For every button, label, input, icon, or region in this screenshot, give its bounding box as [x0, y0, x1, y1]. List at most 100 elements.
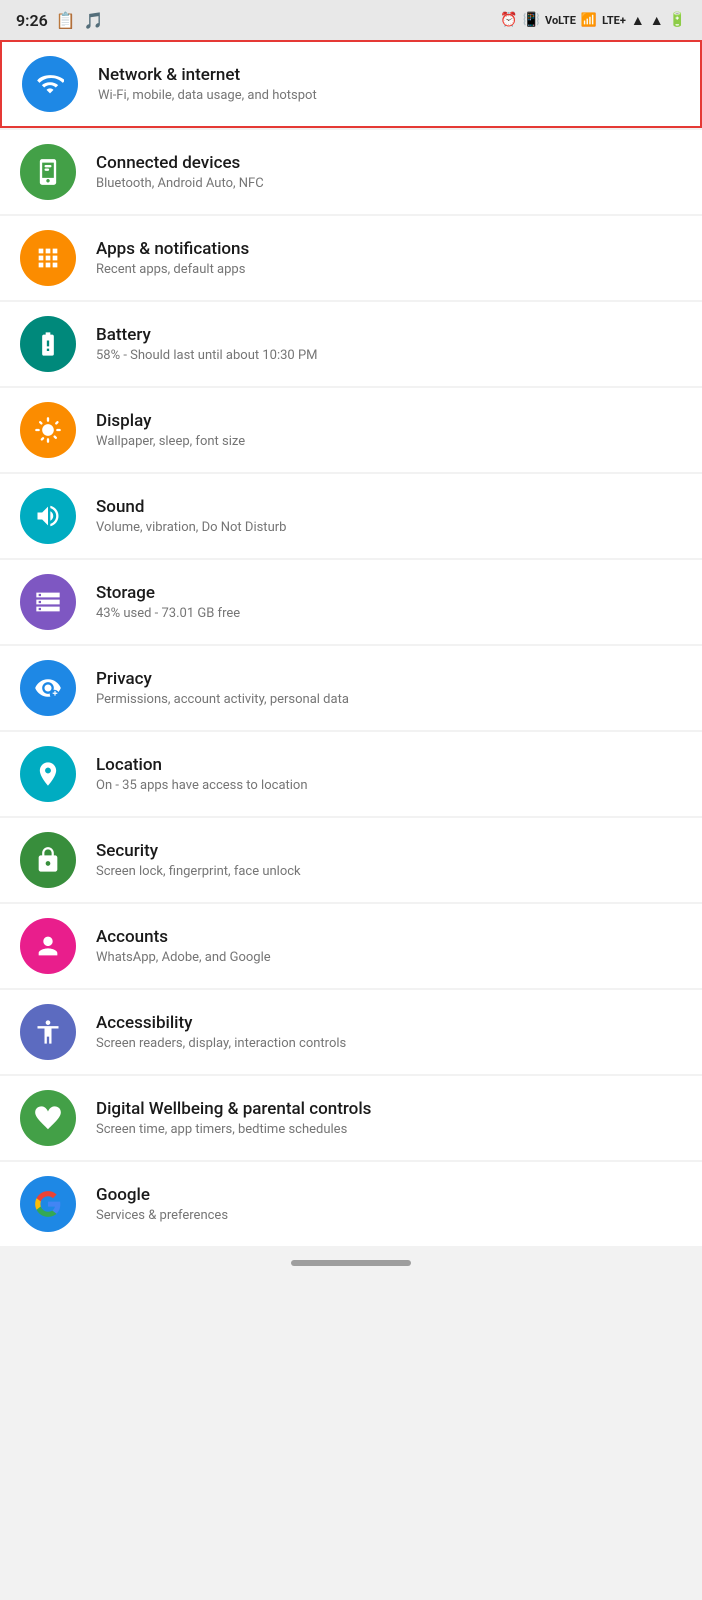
settings-item-wellbeing[interactable]: Digital Wellbeing & parental controls Sc… — [0, 1076, 702, 1160]
wellbeing-subtitle: Screen time, app timers, bedtime schedul… — [96, 1122, 371, 1139]
apps-text: Apps & notifications Recent apps, defaul… — [96, 238, 249, 279]
wellbeing-icon-circle — [20, 1090, 76, 1146]
storage-title: Storage — [96, 582, 240, 604]
settings-item-apps[interactable]: Apps & notifications Recent apps, defaul… — [0, 216, 702, 300]
privacy-icon — [34, 674, 62, 702]
accounts-subtitle: WhatsApp, Adobe, and Google — [96, 950, 271, 967]
security-icon — [34, 846, 62, 874]
alarm-icon: ⏰ — [500, 12, 517, 28]
settings-item-security[interactable]: Security Screen lock, fingerprint, face … — [0, 818, 702, 902]
sound-icon-circle — [20, 488, 76, 544]
signal1-icon: ▲ — [631, 12, 645, 29]
connected-text: Connected devices Bluetooth, Android Aut… — [96, 152, 264, 193]
location-icon-circle — [20, 746, 76, 802]
accessibility-title: Accessibility — [96, 1012, 346, 1034]
connected-icon — [34, 158, 62, 186]
nav-bar — [0, 1248, 702, 1278]
storage-subtitle: 43% used - 73.01 GB free — [96, 606, 240, 623]
status-bar: 9:26 📋 🎵 ⏰ 📳 VoLTE 📶 LTE+ ▲ ▲ 🔋 — [0, 0, 702, 40]
accounts-icon-circle — [20, 918, 76, 974]
connected-subtitle: Bluetooth, Android Auto, NFC — [96, 176, 264, 193]
settings-list: Network & internet Wi-Fi, mobile, data u… — [0, 40, 702, 1246]
network-icon-circle — [22, 56, 78, 112]
settings-item-privacy[interactable]: Privacy Permissions, account activity, p… — [0, 646, 702, 730]
security-title: Security — [96, 840, 301, 862]
location-text: Location On - 35 apps have access to loc… — [96, 754, 308, 795]
network-text: Network & internet Wi-Fi, mobile, data u… — [98, 64, 317, 105]
wifi-calling-icon: 📶 — [581, 13, 597, 28]
accounts-title: Accounts — [96, 926, 271, 948]
privacy-subtitle: Permissions, account activity, personal … — [96, 692, 349, 709]
status-icons: ⏰ 📳 VoLTE 📶 LTE+ ▲ ▲ 🔋 — [500, 12, 686, 29]
screenshot-icon: 📋 — [56, 11, 76, 30]
accessibility-icon-circle — [20, 1004, 76, 1060]
privacy-icon-circle — [20, 660, 76, 716]
settings-item-location[interactable]: Location On - 35 apps have access to loc… — [0, 732, 702, 816]
display-text: Display Wallpaper, sleep, font size — [96, 410, 245, 451]
storage-icon-circle — [20, 574, 76, 630]
settings-item-google[interactable]: Google Services & preferences — [0, 1162, 702, 1246]
accessibility-text: Accessibility Screen readers, display, i… — [96, 1012, 346, 1053]
nav-home-indicator — [291, 1260, 411, 1266]
battery-text: Battery 58% - Should last until about 10… — [96, 324, 318, 365]
battery-settings-icon — [34, 330, 62, 358]
storage-icon — [34, 588, 62, 616]
accessibility-subtitle: Screen readers, display, interaction con… — [96, 1036, 346, 1053]
wellbeing-icon — [34, 1104, 62, 1132]
connected-title: Connected devices — [96, 152, 264, 174]
signal2-icon: ▲ — [650, 12, 664, 29]
status-time: 9:26 — [16, 11, 48, 30]
display-icon-circle — [20, 402, 76, 458]
wifi-icon — [36, 70, 64, 98]
apps-subtitle: Recent apps, default apps — [96, 262, 249, 279]
display-title: Display — [96, 410, 245, 432]
apps-title: Apps & notifications — [96, 238, 249, 260]
vibrate-icon: 📳 — [523, 12, 540, 28]
connected-icon-circle — [20, 144, 76, 200]
wellbeing-title: Digital Wellbeing & parental controls — [96, 1098, 371, 1120]
security-subtitle: Screen lock, fingerprint, face unlock — [96, 864, 301, 881]
location-title: Location — [96, 754, 308, 776]
google-icon — [34, 1190, 62, 1218]
google-text: Google Services & preferences — [96, 1184, 228, 1225]
settings-item-storage[interactable]: Storage 43% used - 73.01 GB free — [0, 560, 702, 644]
network-subtitle: Wi-Fi, mobile, data usage, and hotspot — [98, 88, 317, 105]
wellbeing-text: Digital Wellbeing & parental controls Sc… — [96, 1098, 371, 1139]
shazam-icon: 🎵 — [84, 11, 104, 30]
settings-item-accessibility[interactable]: Accessibility Screen readers, display, i… — [0, 990, 702, 1074]
storage-text: Storage 43% used - 73.01 GB free — [96, 582, 240, 623]
sound-title: Sound — [96, 496, 286, 518]
apps-icon — [34, 244, 62, 272]
accounts-text: Accounts WhatsApp, Adobe, and Google — [96, 926, 271, 967]
security-icon-circle — [20, 832, 76, 888]
location-subtitle: On - 35 apps have access to location — [96, 778, 308, 795]
settings-item-accounts[interactable]: Accounts WhatsApp, Adobe, and Google — [0, 904, 702, 988]
sound-subtitle: Volume, vibration, Do Not Disturb — [96, 520, 286, 537]
settings-item-network[interactable]: Network & internet Wi-Fi, mobile, data u… — [0, 40, 702, 128]
lte-icon: LTE+ — [602, 14, 626, 27]
privacy-title: Privacy — [96, 668, 349, 690]
settings-item-connected[interactable]: Connected devices Bluetooth, Android Aut… — [0, 130, 702, 214]
display-subtitle: Wallpaper, sleep, font size — [96, 434, 245, 451]
network-title: Network & internet — [98, 64, 317, 86]
volte-icon: VoLTE — [545, 14, 576, 27]
battery-icon-circle — [20, 316, 76, 372]
privacy-text: Privacy Permissions, account activity, p… — [96, 668, 349, 709]
security-text: Security Screen lock, fingerprint, face … — [96, 840, 301, 881]
apps-icon-circle — [20, 230, 76, 286]
google-title: Google — [96, 1184, 228, 1206]
display-icon — [34, 416, 62, 444]
google-subtitle: Services & preferences — [96, 1208, 228, 1225]
settings-item-battery[interactable]: Battery 58% - Should last until about 10… — [0, 302, 702, 386]
sound-text: Sound Volume, vibration, Do Not Disturb — [96, 496, 286, 537]
accessibility-icon — [34, 1018, 62, 1046]
accounts-icon — [34, 932, 62, 960]
google-icon-circle — [20, 1176, 76, 1232]
sound-icon — [34, 502, 62, 530]
battery-title: Battery — [96, 324, 318, 346]
battery-icon: 🔋 — [669, 12, 686, 28]
battery-subtitle: 58% - Should last until about 10:30 PM — [96, 348, 318, 365]
settings-item-sound[interactable]: Sound Volume, vibration, Do Not Disturb — [0, 474, 702, 558]
location-icon — [34, 760, 62, 788]
settings-item-display[interactable]: Display Wallpaper, sleep, font size — [0, 388, 702, 472]
